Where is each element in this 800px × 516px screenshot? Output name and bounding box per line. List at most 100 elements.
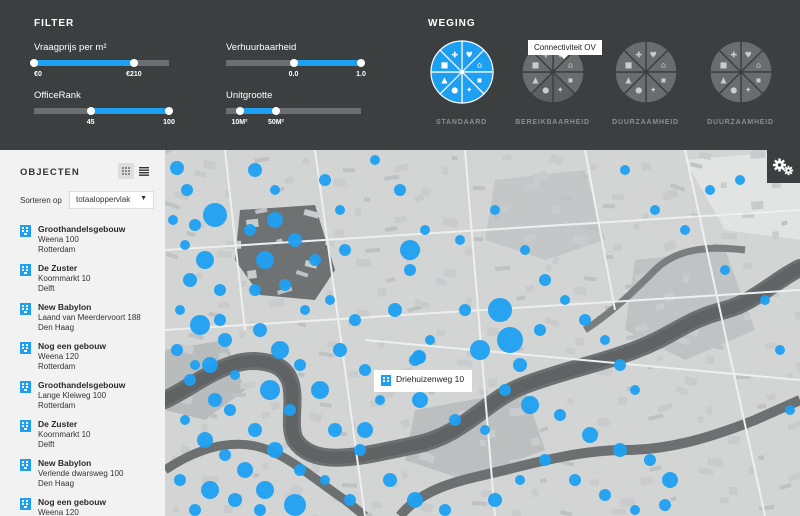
map[interactable] — [165, 150, 800, 516]
slider-verhuurbaarheid[interactable]: Verhuurbaarheid 0.0 1.0 — [226, 42, 366, 80]
slider-label: Vraagprijs per m² — [34, 42, 107, 53]
slider-officerank[interactable]: OfficeRank 45 100 — [34, 90, 175, 128]
slider-fill — [90, 108, 169, 114]
dropdown-arrow-icon: ▼ — [140, 195, 147, 202]
slider-handle-min[interactable] — [30, 59, 38, 67]
property-marker — [202, 357, 218, 373]
weighting-label: DUURZAAMHEID — [707, 119, 774, 126]
property-marker — [720, 265, 730, 275]
city-block — [200, 424, 208, 433]
property-marker — [630, 505, 640, 515]
settings-button[interactable] — [767, 150, 800, 183]
property-marker — [534, 324, 546, 336]
slider-unitgrootte[interactable]: Unitgrootte 10M² 50M² — [226, 90, 361, 128]
list-item[interactable]: Groothandelsgebouw Weena 100 Rotterdam — [20, 224, 165, 263]
building-icon — [20, 342, 31, 354]
map-canvas[interactable] — [165, 150, 800, 516]
pie-wheel-icon: ♥ ⌂ ▪ ✦ ●▲ ■✚ — [613, 40, 678, 104]
slider-fill — [34, 60, 134, 66]
building-icon — [20, 498, 31, 510]
list-item[interactable]: Nog een gebouwWeena 120Rotterdam — [20, 497, 165, 516]
segment-icon: ▪ — [755, 75, 760, 84]
property-marker — [181, 184, 193, 196]
property-marker — [248, 423, 262, 437]
object-city: Delft — [38, 283, 55, 293]
weighting-duurzaamheid[interactable]: ♥ ⌂ ▪ ✦ ● ▲ ■ ✚ DUURZAAMHEID — [598, 40, 693, 126]
city-block — [217, 302, 230, 309]
object-name: New Babylon — [38, 458, 92, 468]
slider-vraagprijs[interactable]: Vraagprijs per m² €0 €210 — [30, 42, 169, 80]
slider-handle-max[interactable] — [165, 107, 173, 115]
slider-max-value: 100 — [163, 119, 175, 126]
property-marker — [513, 358, 527, 372]
property-marker — [249, 284, 261, 296]
property-marker — [294, 359, 306, 371]
city-block — [611, 508, 627, 515]
property-marker — [256, 251, 274, 269]
property-marker — [394, 184, 406, 196]
city-block — [597, 418, 610, 427]
property-marker — [383, 473, 397, 487]
segment-icon: ✦ — [649, 86, 656, 95]
slider-track[interactable] — [34, 107, 173, 115]
segment-icon: ✚ — [635, 50, 642, 59]
segment-icon: ♥ — [744, 50, 751, 59]
grid-view-button[interactable] — [118, 163, 134, 179]
weighting-label: DUURZAAMHEID — [612, 119, 679, 126]
property-marker — [425, 335, 435, 345]
slider-track[interactable] — [226, 107, 361, 115]
map-selected-label[interactable]: Driehuizenweg 10 — [374, 370, 473, 392]
city-block — [613, 244, 623, 251]
list-item[interactable]: New Babylon Verlende dwarsweg 100 Den Haag — [20, 458, 165, 497]
slider-handle-min[interactable] — [289, 59, 298, 67]
property-marker — [339, 244, 351, 256]
object-address: Lange Kleiweg 100 — [38, 391, 107, 400]
city-block — [341, 483, 357, 488]
sort-select[interactable]: totaaloppervlak ▼ — [69, 191, 154, 209]
list-item[interactable]: Nog een gebouwWeena 120Rotterdam — [20, 341, 165, 380]
list-item[interactable]: De Zuster Koornmarkt 10 Delft — [20, 263, 165, 302]
building-icon — [381, 375, 391, 386]
slider-track[interactable] — [226, 59, 365, 67]
property-marker — [735, 175, 745, 185]
list-item[interactable]: De Zuster Koornmarkt 10 Delft — [20, 419, 165, 458]
property-marker — [412, 392, 428, 408]
property-marker — [349, 314, 361, 326]
weighting-duurzaamheid-2[interactable]: ♥ ⌂ ▪ ✦ ● ▲ ■ ✚ DUURZAAMHEID — [693, 40, 788, 126]
city-block — [223, 504, 233, 514]
slider-handle-max[interactable] — [129, 59, 138, 67]
weighting-standaard[interactable]: ♥ ⌂ ▪ ✦ ● ▲ ■ ✚ STANDAARD — [414, 40, 509, 126]
property-marker — [357, 422, 373, 438]
object-address: Weena 120 — [38, 508, 79, 516]
slider-handle-max[interactable] — [357, 59, 365, 67]
city-block — [489, 429, 496, 438]
property-marker — [420, 225, 430, 235]
slider-min-value: 45 — [86, 119, 95, 126]
list-item[interactable]: Groothandelsgebouw Lange Kleiweg 100 Rotte… — [20, 380, 165, 419]
property-marker — [311, 381, 329, 399]
slider-track[interactable] — [30, 59, 169, 67]
list-item[interactable]: New Babylon Laand van Meerdervoort 188 Den… — [20, 302, 165, 341]
object-address: Weena 120 — [38, 352, 79, 361]
city-block — [735, 324, 741, 328]
slider-handle-min[interactable] — [235, 107, 244, 115]
segment-icon: ✚ — [451, 50, 458, 59]
property-marker — [488, 298, 512, 322]
slider-handle-min[interactable] — [86, 107, 95, 115]
object-city: Rotterdam — [38, 244, 76, 254]
slider-max-value: 50M² — [267, 119, 284, 126]
property-marker — [375, 395, 385, 405]
city-block — [743, 262, 753, 269]
slider-handle-max[interactable] — [271, 107, 280, 115]
city-block — [231, 392, 247, 397]
list-view-button[interactable] — [136, 163, 152, 179]
slider-label: Unitgrootte — [226, 90, 273, 101]
object-address: Verlende dwarsweg 100 — [38, 469, 124, 478]
property-marker — [490, 205, 500, 215]
property-marker — [253, 323, 267, 337]
property-marker — [320, 475, 330, 485]
property-marker — [248, 163, 262, 177]
property-marker — [520, 245, 530, 255]
city-block — [720, 182, 727, 189]
property-marker — [344, 494, 356, 506]
